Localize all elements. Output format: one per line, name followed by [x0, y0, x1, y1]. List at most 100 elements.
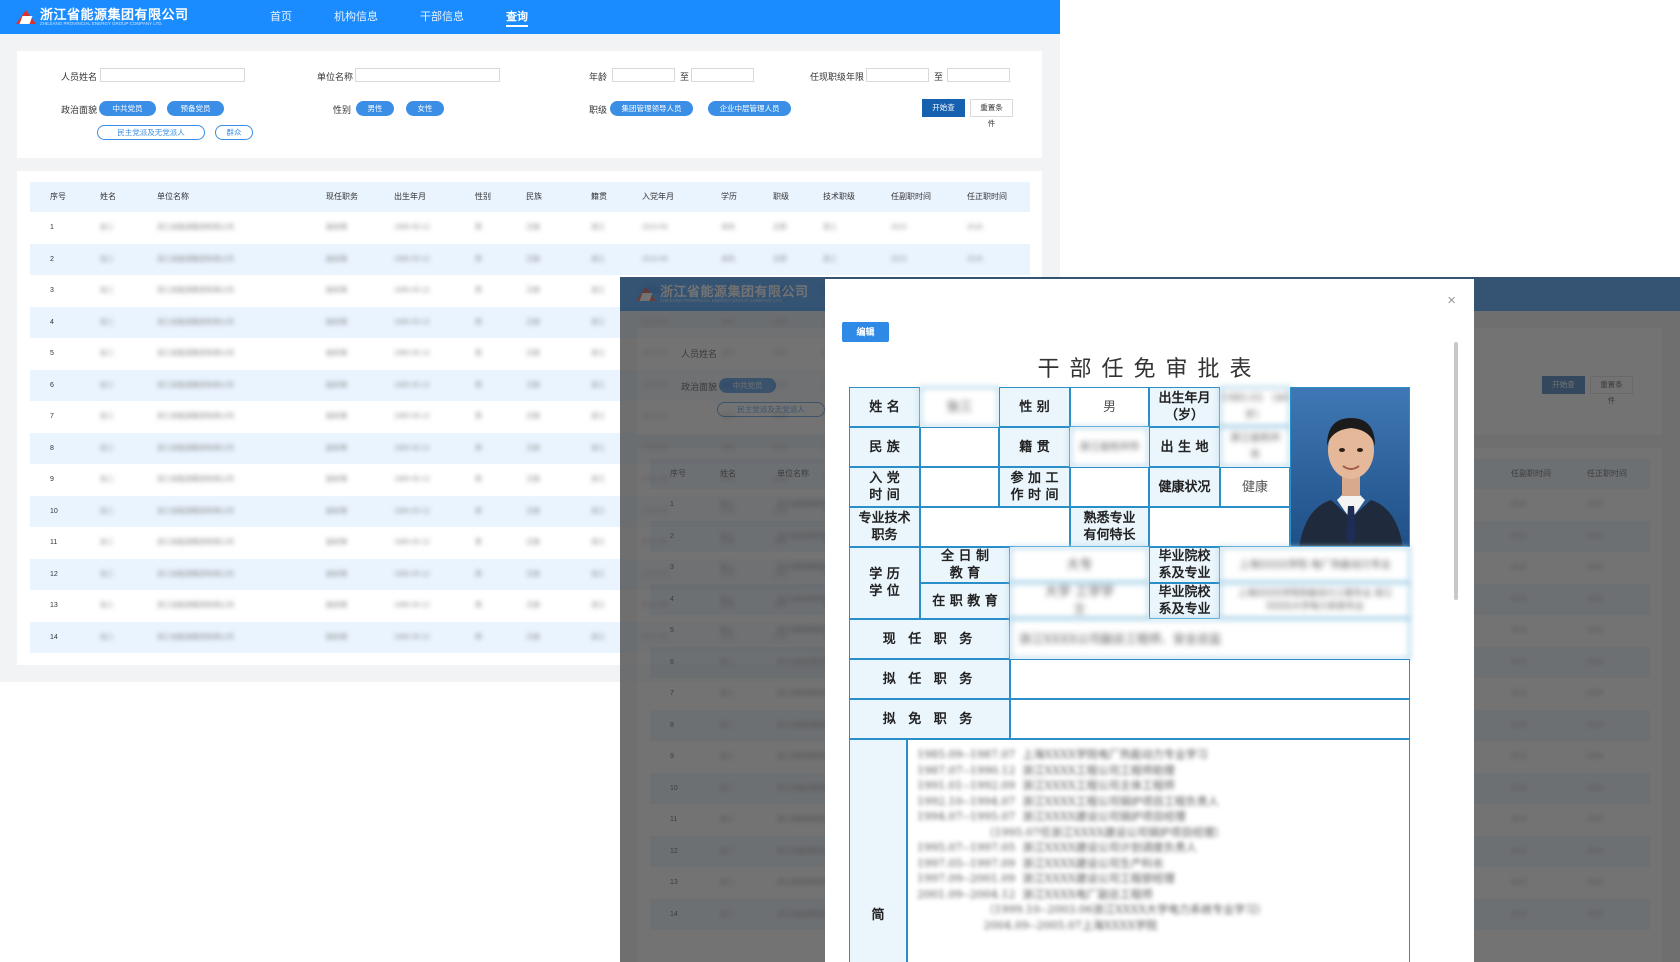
cell-index: 11 [50, 539, 58, 546]
cell-native: 浙江 [591, 444, 605, 452]
cell-index: 12 [50, 570, 58, 578]
nav-org-info[interactable]: 机构信息 [334, 0, 378, 34]
dialog-scrollbar[interactable] [1454, 342, 1458, 600]
top-navbar: 浙江省能源集团有限公司 ZHEJIANG PROVINCIAL ENERGY G… [0, 0, 1060, 34]
cell-native: 浙江 [591, 602, 605, 609]
resume-line: 1994.07--1995.07 浙江XXXX建设公司锅炉项目经理 [917, 810, 1186, 823]
brand-name-cn: 浙江省能源集团有限公司 [40, 6, 189, 22]
value-gender: 男 [1070, 387, 1149, 427]
cell-name: 张三 [100, 255, 114, 263]
value-party-time [920, 467, 999, 507]
political-option-democratic[interactable]: 民主党派及无党派人 [97, 125, 205, 140]
cell-vice: 2015 [891, 255, 907, 263]
th-unit: 单位名称 [157, 192, 189, 201]
cell-birth: 1985-05-12 [394, 287, 430, 294]
brand-logo[interactable]: 浙江省能源集团有限公司 ZHEJIANG PROVINCIAL ENERGY G… [16, 6, 189, 28]
cell-birth: 1985-05-12 [394, 570, 430, 578]
cell-position: 副经理 [326, 413, 347, 420]
table-row[interactable]: 2 张三 浙江省能源集团有限公司 副经理 1985-05-12 男 汉族 浙江 2010-06 本… [30, 243, 1030, 275]
cell-unit: 浙江省能源集团有限公司 [157, 507, 234, 515]
cell-name: 张三 [100, 318, 114, 326]
cell-birth: 1985-05-12 [394, 350, 430, 357]
age-to-label: 至 [680, 72, 690, 82]
label-native: 籍 贯 [999, 427, 1070, 467]
cell-unit: 浙江省能源集团有限公司 [157, 413, 234, 420]
th-index: 序号 [50, 192, 66, 201]
value-specialty [1149, 507, 1290, 547]
label-gender: 性 别 [999, 387, 1070, 427]
value-proposed-position [1010, 659, 1410, 699]
level-option-group-leader[interactable]: 集团管理领导人员 [610, 101, 693, 116]
cell-native: 浙江 [591, 318, 605, 326]
resume-line: 1985.09--1987.07 上海XXXX学院电厂热能动力专业学习 [917, 748, 1208, 761]
cell-gender: 男 [475, 507, 482, 515]
cell-native: 浙江 [591, 413, 605, 420]
cell-unit: 浙江省能源集团有限公司 [157, 633, 234, 641]
nav-cadre-info[interactable]: 干部信息 [420, 0, 464, 34]
cell-name: 张三 [100, 413, 114, 420]
cell-birth: 1985-05-12 [394, 476, 430, 483]
political-option-probationary[interactable]: 预备党员 [167, 101, 224, 116]
cell-ethnic: 汉族 [526, 350, 540, 357]
cell-ethnic: 汉族 [526, 570, 540, 578]
gender-option-male[interactable]: 男性 [356, 101, 394, 116]
th-position: 现任职务 [326, 192, 358, 201]
cell-name: 张三 [100, 507, 114, 515]
value-health: 健康 [1220, 467, 1290, 507]
unit-label: 单位名称 [317, 72, 354, 82]
resume-line: 1995.07--1997.05 浙江XXXX建设公司计划调度负责人 [917, 841, 1197, 854]
cell-index: 14 [50, 633, 58, 641]
level-option-middle-manager[interactable]: 企业中层管理人员 [708, 101, 791, 116]
label-tech-title: 专业技术职务 [849, 507, 920, 547]
gender-option-female[interactable]: 女性 [406, 101, 444, 116]
cell-ethnic: 汉族 [526, 476, 540, 483]
cell-unit: 浙江省能源集团有限公司 [157, 318, 234, 326]
resume-line: 1997.05--1997.09 浙江XXXX建设公司生产科长 [917, 856, 1164, 870]
label-school-1: 毕业院校系及专业 [1149, 547, 1220, 583]
label-current-position: 现 任 职 务 [849, 619, 1010, 659]
cell-position: 副经理 [326, 602, 347, 609]
label-name: 姓 名 [849, 387, 920, 427]
rank-years-max-input[interactable] [947, 68, 1010, 82]
th-party: 入党年月 [642, 192, 674, 201]
cell-name: 张三 [100, 350, 114, 357]
nav-query[interactable]: 查询 [506, 0, 528, 34]
cell-native: 浙江 [591, 255, 605, 263]
cell-index: 1 [50, 224, 54, 231]
label-removed-position: 拟 免 职 务 [849, 699, 1010, 739]
rank-years-min-input[interactable] [866, 68, 929, 82]
cell-name: 张三 [100, 381, 114, 389]
resume-line: 1992.10--1994.07 浙江XXXX工程公司锅炉项目工程负责人 [917, 794, 1219, 808]
value-tech-title [920, 507, 1070, 547]
cell-unit: 浙江省能源集团有限公司 [157, 444, 234, 452]
cell-name: 张三 [100, 444, 114, 452]
political-option-ccp[interactable]: 中共党员 [99, 101, 156, 116]
unit-input[interactable] [355, 68, 500, 82]
cell-ethnic: 汉族 [526, 224, 540, 231]
cell-native: 浙江 [591, 287, 605, 294]
cell-birth: 1985-05-12 [394, 602, 430, 609]
age-min-input[interactable] [612, 68, 675, 82]
resume-line: 2001.09--2004.12 浙江XXXX电厂副总工程师 [917, 887, 1153, 901]
search-button[interactable]: 开始查询 [922, 99, 965, 130]
name-input[interactable] [100, 68, 245, 82]
age-max-input[interactable] [691, 68, 754, 82]
edit-button[interactable]: 编辑 [842, 322, 889, 342]
value-current-position: 浙江XXXX公司副总工程师、安全总监 [1010, 619, 1410, 659]
cell-birth: 1985-05-12 [394, 381, 430, 389]
cell-name: 张三 [100, 224, 114, 231]
cell-name: 张三 [100, 539, 114, 546]
label-school-2: 毕业院校系及专业 [1149, 583, 1220, 619]
cell-birth: 1985-05-12 [394, 318, 430, 326]
resume-text: 1985.09--1987.07 上海XXXX学院电厂热能动力专业学习 1987.… [917, 747, 1407, 933]
reset-button[interactable]: 重置条件 [970, 99, 1013, 128]
close-icon[interactable]: × [1447, 292, 1456, 309]
value-work-time [1070, 467, 1149, 507]
cell-position: 副经理 [326, 444, 347, 452]
nav-home[interactable]: 首页 [270, 0, 292, 34]
main-nav: 首页 机构信息 干部信息 查询 [270, 0, 570, 34]
cell-gender: 男 [475, 287, 482, 294]
table-row[interactable]: 1 张三 浙江省能源集团有限公司 副经理 1985-05-12 男 汉族 浙江 2010-06 本… [30, 212, 1030, 244]
cell-name: 张三 [100, 570, 114, 578]
political-option-masses[interactable]: 群众 [215, 125, 253, 140]
